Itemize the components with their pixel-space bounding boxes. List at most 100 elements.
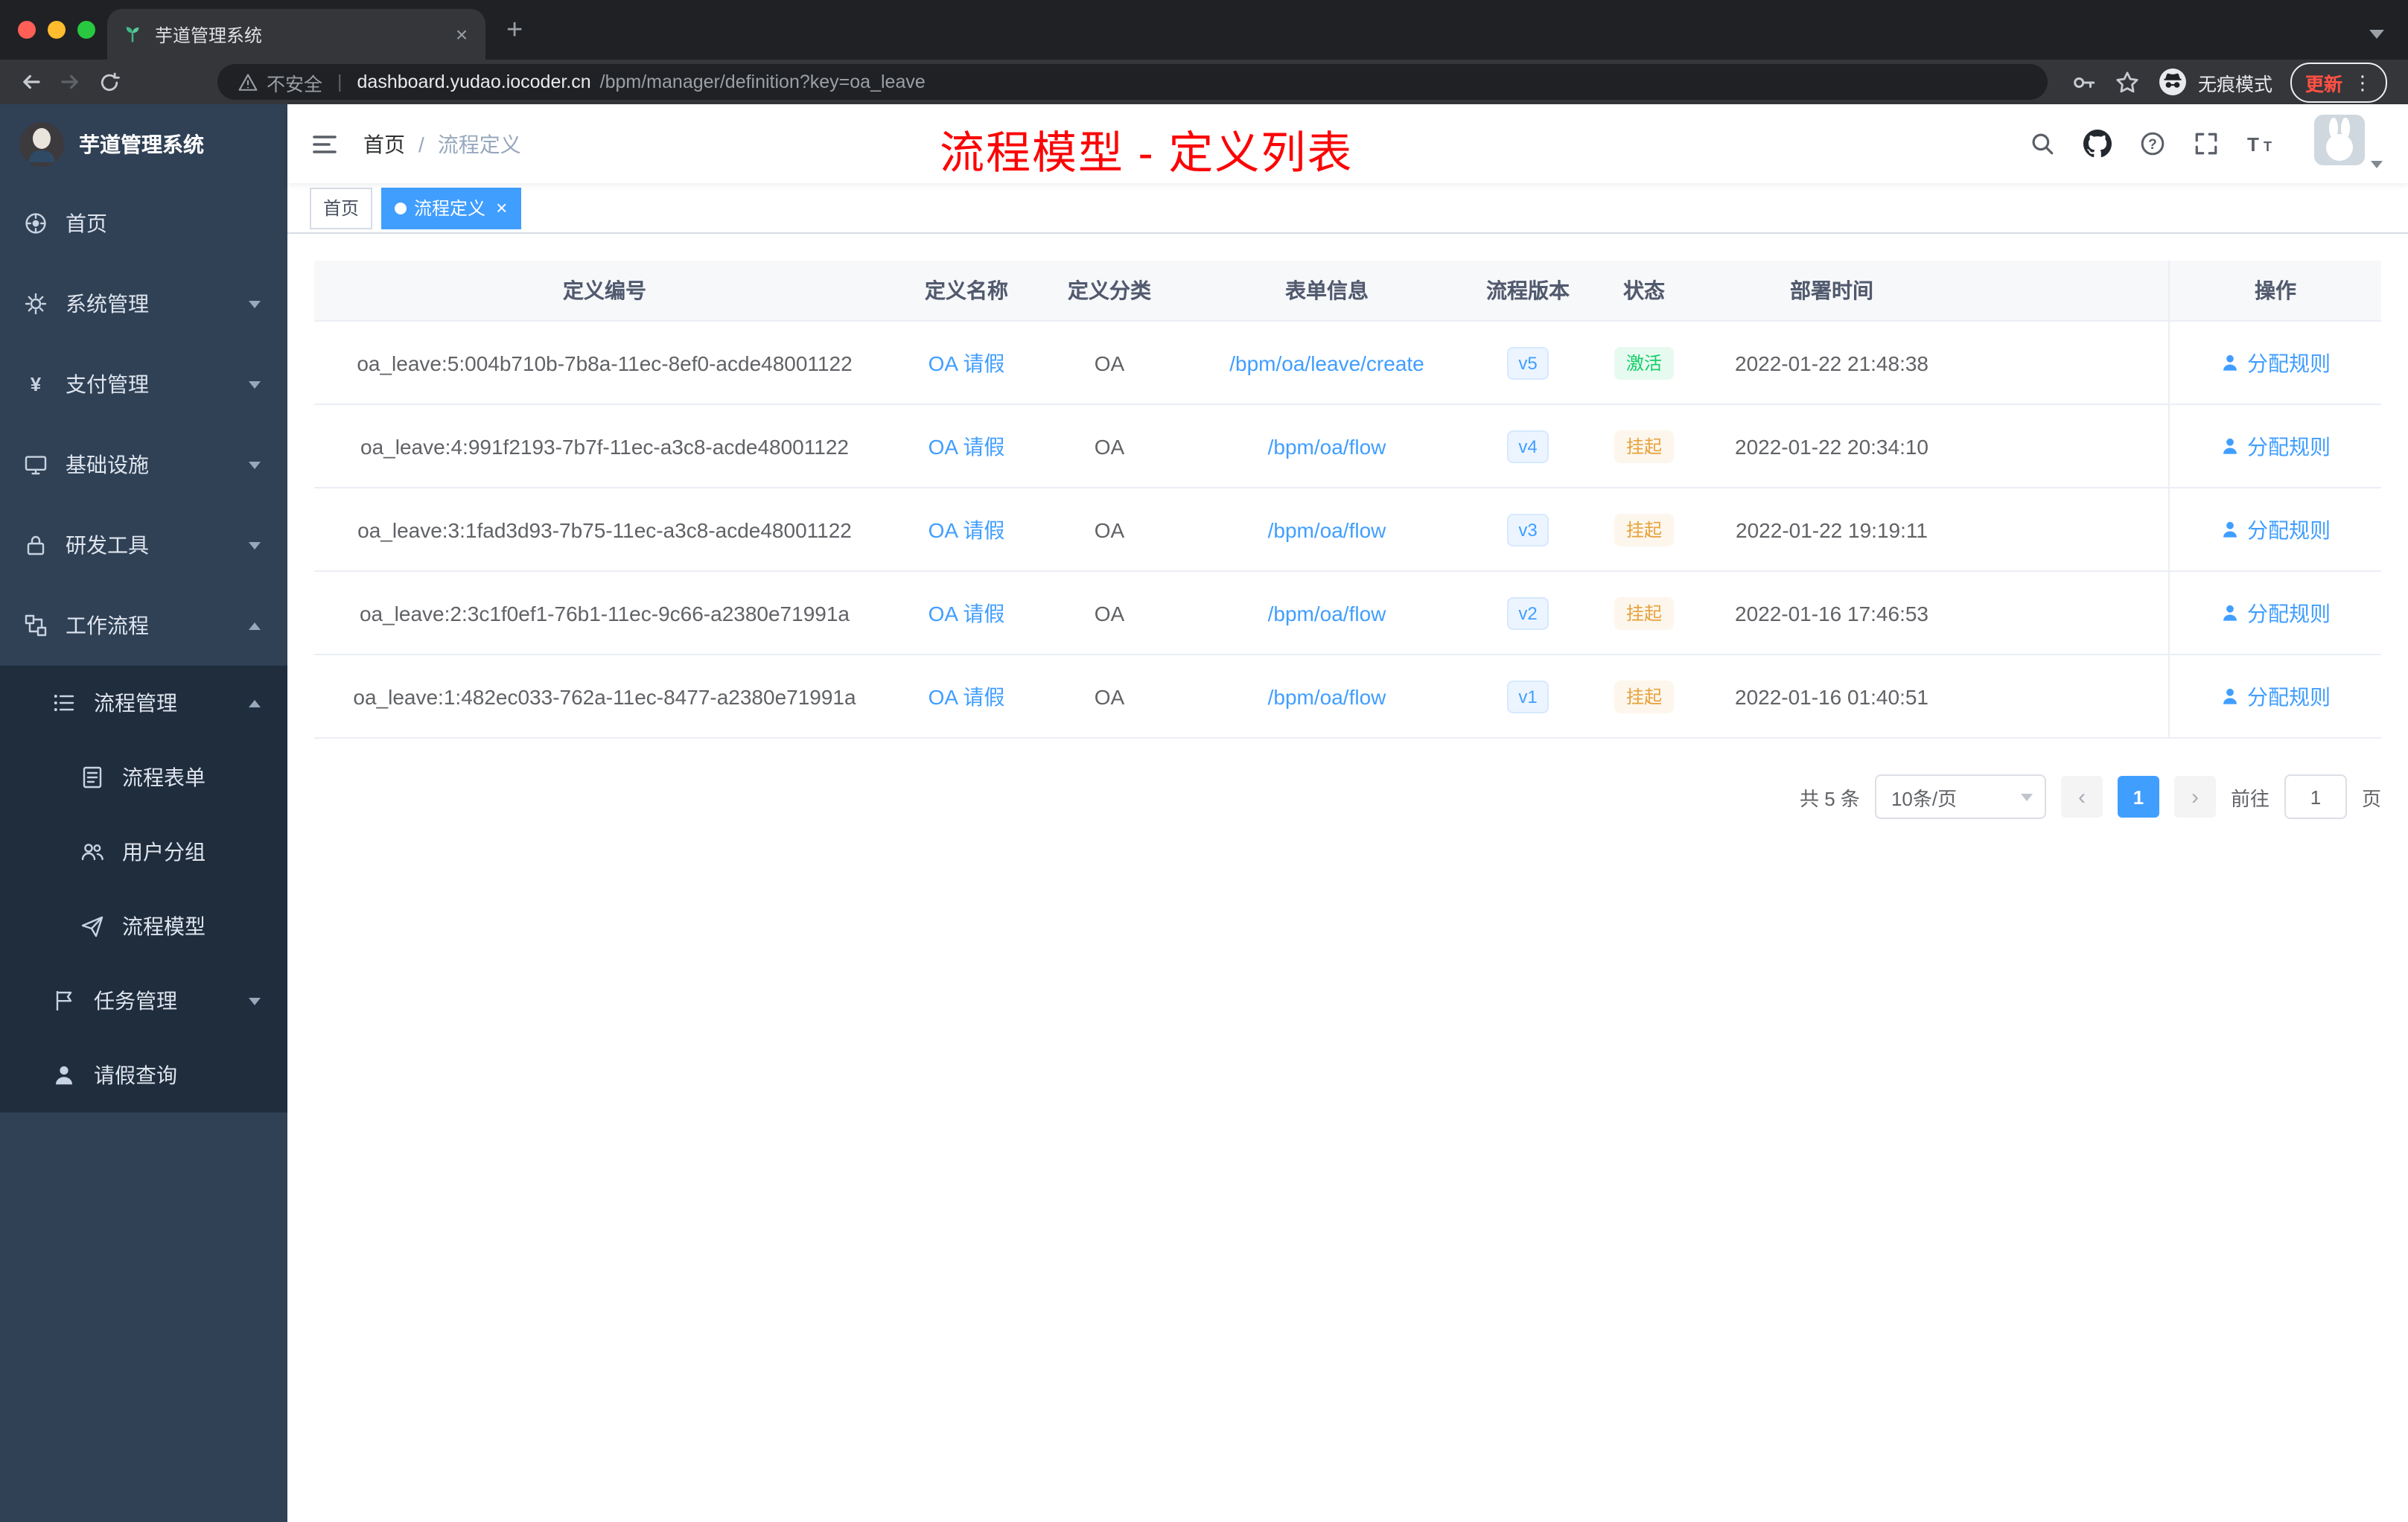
sidebar-item-system[interactable]: 系统管理 bbox=[0, 264, 287, 344]
version-badge: v5 bbox=[1506, 346, 1549, 379]
form-info-link[interactable]: /bpm/oa/flow bbox=[1268, 518, 1386, 541]
font-size-icon[interactable]: TT bbox=[2247, 131, 2277, 156]
zoom-window-button[interactable] bbox=[77, 21, 95, 39]
sidebar-item-label: 研发工具 bbox=[66, 533, 149, 557]
sidebar-logo[interactable]: 芋道管理系统 bbox=[0, 104, 287, 183]
sidebar-item-process-form[interactable]: 流程表单 bbox=[0, 740, 287, 815]
definition-name-link[interactable]: OA 请假 bbox=[929, 431, 1005, 461]
pagination-total: 共 5 条 bbox=[1800, 787, 1860, 809]
definition-id: oa_leave:3:1fad3d93-7b75-11ec-a3c8-acde4… bbox=[357, 518, 852, 541]
deploy-time: 2022-01-22 21:48:38 bbox=[1735, 351, 1928, 375]
definition-name-link[interactable]: OA 请假 bbox=[929, 348, 1005, 378]
sidebar-item-devtools[interactable]: 研发工具 bbox=[0, 505, 287, 585]
sidebar-item-workflow[interactable]: 工作流程 bbox=[0, 585, 287, 666]
user-icon bbox=[2223, 438, 2237, 454]
minimize-window-button[interactable] bbox=[48, 21, 66, 39]
table-row: oa_leave:4:991f2193-7b7f-11ec-a3c8-acde4… bbox=[314, 405, 2381, 488]
address-bar[interactable]: 不安全 | dashboard.yudao.iocoder.cn/bpm/man… bbox=[217, 64, 2048, 100]
tab-close-button[interactable]: × bbox=[450, 22, 474, 46]
sidebar-item-label: 任务管理 bbox=[94, 989, 177, 1013]
browser-tab[interactable]: 芋道管理系统 × bbox=[107, 9, 485, 60]
not-secure-label: 不安全 bbox=[267, 74, 323, 95]
browser-menu-icon[interactable]: ⋮ bbox=[2353, 72, 2372, 92]
tags-view: 首页 流程定义 × bbox=[287, 183, 2408, 234]
sidebar-item-label: 请假查询 bbox=[94, 1063, 177, 1087]
user-icon bbox=[2223, 354, 2237, 371]
close-window-button[interactable] bbox=[18, 21, 36, 39]
sidebar-item-process-model[interactable]: 流程模型 bbox=[0, 889, 287, 964]
user-avatar[interactable] bbox=[2314, 115, 2383, 173]
page-size-select[interactable]: 10条/页 bbox=[1874, 774, 2046, 819]
form-info-link[interactable]: /bpm/oa/flow bbox=[1268, 601, 1386, 625]
gear-icon bbox=[25, 293, 47, 315]
status-badge: 挂起 bbox=[1614, 596, 1674, 629]
logo-avatar bbox=[19, 121, 64, 166]
hamburger-icon[interactable] bbox=[310, 129, 340, 159]
help-icon[interactable]: ? bbox=[2140, 131, 2165, 156]
form-info-link[interactable]: /bpm/oa/flow bbox=[1268, 684, 1386, 708]
screen: 芋道管理系统 × + 不安全 | dashboard.yudao.iocoder… bbox=[0, 0, 2408, 1522]
deploy-time: 2022-01-22 19:19:11 bbox=[1736, 518, 1928, 541]
definition-name-link[interactable]: OA 请假 bbox=[929, 515, 1005, 544]
col-definition-id: 定义编号 bbox=[563, 278, 646, 302]
tag-home[interactable]: 首页 bbox=[310, 187, 373, 229]
definition-category: OA bbox=[1094, 601, 1125, 625]
definition-category: OA bbox=[1094, 518, 1125, 541]
sidebar-item-label: 流程表单 bbox=[122, 765, 206, 789]
assign-rule-link[interactable]: 分配规则 bbox=[2220, 681, 2331, 711]
definition-id: oa_leave:1:482ec033-762a-11ec-8477-a2380… bbox=[353, 684, 856, 708]
annotation-overlay: 流程模型 - 定义列表 bbox=[940, 130, 1354, 179]
sidebar-item-leave-query[interactable]: 请假查询 bbox=[0, 1038, 287, 1112]
goto-page-input[interactable]: 1 bbox=[2284, 774, 2347, 819]
assign-rule-link[interactable]: 分配规则 bbox=[2220, 515, 2331, 544]
github-icon[interactable] bbox=[2083, 130, 2112, 158]
logo-title: 芋道管理系统 bbox=[79, 132, 204, 156]
sidebar-item-user-group[interactable]: 用户分组 bbox=[0, 815, 287, 889]
reload-button[interactable] bbox=[89, 63, 128, 101]
avatar-dropdown-caret[interactable] bbox=[2371, 161, 2383, 168]
next-page-button[interactable]: › bbox=[2173, 776, 2216, 818]
table-row: oa_leave:3:1fad3d93-7b75-11ec-a3c8-acde4… bbox=[314, 488, 2381, 572]
key-icon[interactable] bbox=[2071, 69, 2097, 95]
update-browser-button[interactable]: 更新 ⋮ bbox=[2290, 62, 2387, 102]
form-info-link[interactable]: /bpm/oa/leave/create bbox=[1229, 351, 1424, 375]
window-controls bbox=[18, 21, 95, 39]
definition-name-link[interactable]: OA 请假 bbox=[929, 598, 1005, 628]
sidebar-item-home[interactable]: 首页 bbox=[0, 183, 287, 264]
breadcrumb-home[interactable]: 首页 bbox=[363, 129, 405, 159]
list-icon bbox=[54, 695, 74, 711]
sidebar-item-label: 用户分组 bbox=[122, 840, 206, 864]
tag-close-icon[interactable]: × bbox=[496, 197, 507, 219]
search-icon[interactable] bbox=[2030, 131, 2055, 156]
sidebar-item-label: 流程模型 bbox=[122, 914, 206, 938]
definition-category: OA bbox=[1094, 351, 1125, 375]
sidebar-item-task-mgmt[interactable]: 任务管理 bbox=[0, 964, 287, 1038]
new-tab-button[interactable]: + bbox=[506, 15, 523, 48]
back-button[interactable] bbox=[12, 63, 51, 101]
tab-search-chevron-icon[interactable] bbox=[2369, 30, 2384, 39]
col-operation: 操作 bbox=[2168, 261, 2381, 320]
form-info-link[interactable]: /bpm/oa/flow bbox=[1268, 434, 1386, 458]
sidebar-item-label: 系统管理 bbox=[66, 292, 149, 316]
active-tag-dot bbox=[395, 202, 407, 214]
chevron-up-icon bbox=[249, 699, 261, 707]
tag-process-definition[interactable]: 流程定义 × bbox=[381, 187, 521, 229]
sidebar-item-infra[interactable]: 基础设施 bbox=[0, 424, 287, 505]
user-icon bbox=[56, 1066, 72, 1085]
table-header: 定义编号 定义名称 定义分类 表单信息 流程版本 状态 部署时间 操作 bbox=[314, 261, 2381, 322]
sidebar-item-process-mgmt[interactable]: 流程管理 bbox=[0, 666, 287, 740]
sidebar-item-payment[interactable]: ¥ 支付管理 bbox=[0, 344, 287, 424]
status-badge: 挂起 bbox=[1614, 513, 1674, 546]
breadcrumb-current: 流程定义 bbox=[437, 132, 521, 156]
bookmark-star-icon[interactable] bbox=[2115, 69, 2140, 95]
prev-page-button[interactable]: ‹ bbox=[2060, 776, 2103, 818]
assign-rule-link[interactable]: 分配规则 bbox=[2220, 598, 2331, 628]
definition-name-link[interactable]: OA 请假 bbox=[929, 681, 1005, 711]
breadcrumb-separator: / bbox=[418, 132, 424, 156]
browser-toolbar: 不安全 | dashboard.yudao.iocoder.cn/bpm/man… bbox=[0, 60, 2408, 104]
assign-rule-link[interactable]: 分配规则 bbox=[2220, 431, 2331, 461]
forward-button[interactable] bbox=[51, 63, 89, 101]
assign-rule-link[interactable]: 分配规则 bbox=[2220, 348, 2331, 378]
fullscreen-icon[interactable] bbox=[2194, 131, 2219, 156]
current-page-button[interactable]: 1 bbox=[2117, 776, 2159, 818]
